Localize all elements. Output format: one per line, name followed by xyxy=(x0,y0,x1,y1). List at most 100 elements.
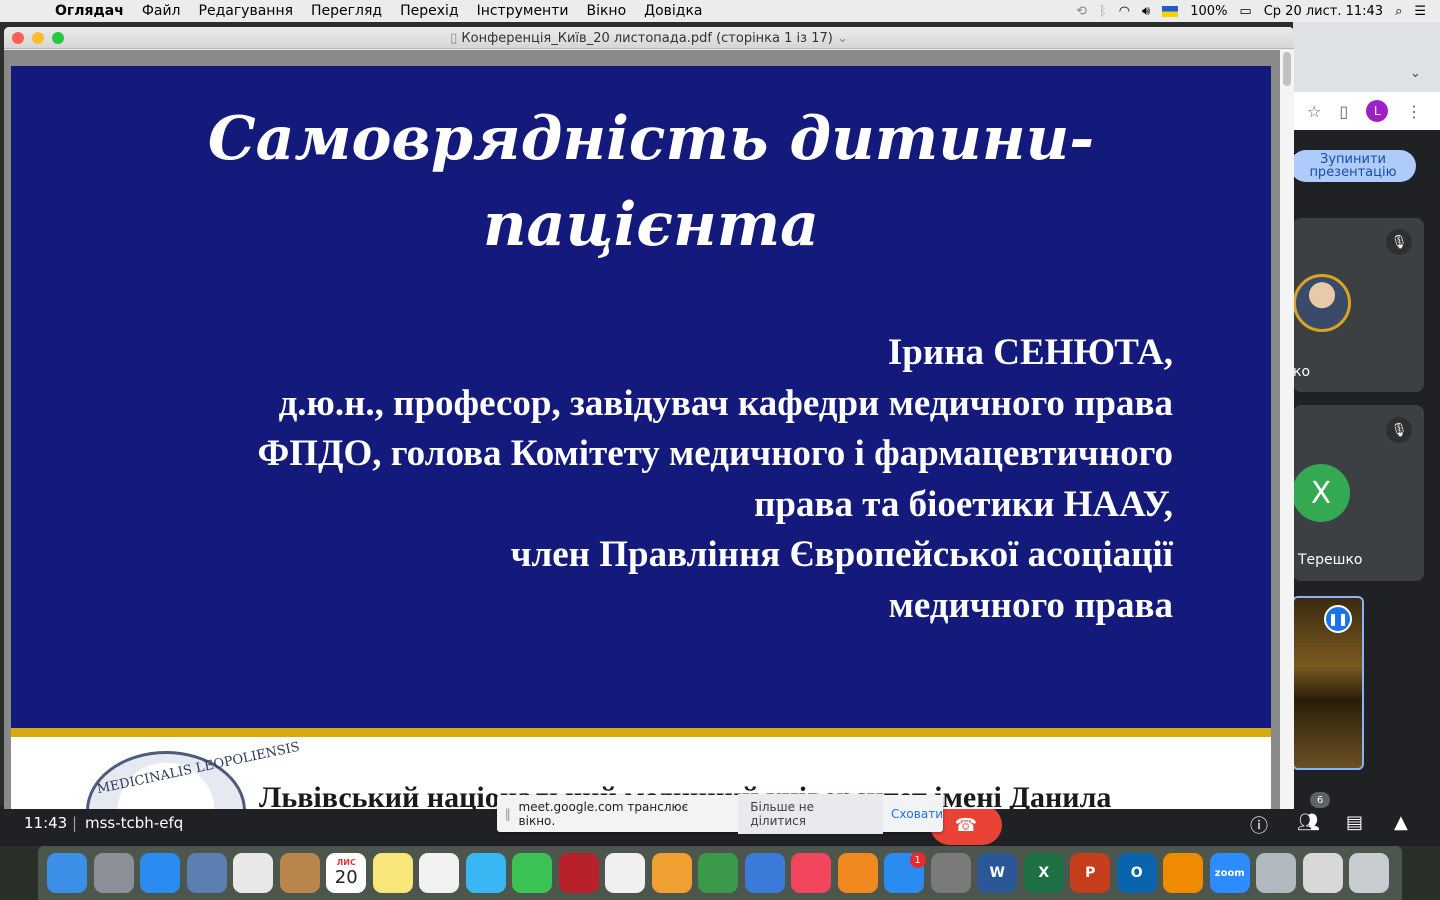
reminders-icon[interactable] xyxy=(416,850,463,896)
browser-tab-bar xyxy=(1293,22,1440,92)
music-icon[interactable] xyxy=(788,850,835,896)
downloads-icon[interactable] xyxy=(1300,850,1347,896)
author-info: Ірина СЕНЮТА, д.ю.н., професор, завідува… xyxy=(53,328,1174,631)
menu-app-name[interactable]: Оглядач xyxy=(46,3,133,19)
bluetooth-icon[interactable]: ᛒ xyxy=(1099,4,1107,19)
powerpoint-icon[interactable]: P xyxy=(1067,850,1114,896)
drag-handle-icon[interactable]: ‖ xyxy=(497,807,519,821)
finder-icon[interactable] xyxy=(44,850,91,896)
profile-avatar[interactable]: L xyxy=(1366,100,1389,122)
image-capture-icon[interactable] xyxy=(1253,850,1300,896)
slide-title: Самоврядність дитини- пацієнта xyxy=(11,96,1271,268)
vlc-icon[interactable] xyxy=(1160,850,1207,896)
participant-photo-avatar xyxy=(1293,274,1351,332)
safari-icon-glyph xyxy=(140,853,181,893)
books-icon-glyph xyxy=(837,853,878,893)
volume-icon[interactable]: 🔊︎ xyxy=(1142,4,1150,19)
menu-edit[interactable]: Редагування xyxy=(190,3,303,19)
safari-icon[interactable] xyxy=(137,850,184,896)
window-title-bar[interactable]: ▯ Конференція_Київ_20 листопада.pdf (сто… xyxy=(4,27,1294,49)
preview-window: ▯ Конференція_Київ_20 листопада.pdf (сто… xyxy=(4,27,1294,809)
battery-icon[interactable]: ▭ xyxy=(1239,4,1251,19)
messages-icon[interactable] xyxy=(463,850,510,896)
launchpad-icon[interactable] xyxy=(91,850,138,896)
preview-app-icon[interactable] xyxy=(184,850,231,896)
outlook-icon-glyph: O xyxy=(1116,853,1157,893)
control-center-icon[interactable]: ☰ xyxy=(1414,4,1426,19)
system-preferences-icon-glyph xyxy=(930,853,971,893)
separator: | xyxy=(72,814,78,832)
participant-name-1: ко xyxy=(1293,364,1311,380)
clock[interactable]: Ср 20 лист. 11:43 xyxy=(1264,4,1383,19)
finder-icon-glyph xyxy=(47,853,88,893)
menu-help[interactable]: Довідка xyxy=(635,3,711,19)
spotlight-search-icon[interactable]: ⌕ xyxy=(1395,4,1402,19)
excel-icon[interactable]: X xyxy=(1021,850,1068,896)
numbers-icon-glyph xyxy=(698,853,739,893)
hide-notification-button[interactable]: Сховати xyxy=(891,807,943,821)
app-store-icon[interactable]: 1 xyxy=(881,850,928,896)
photos-icon-glyph xyxy=(605,853,646,893)
pdf-viewer-area[interactable]: Самоврядність дитини- пацієнта Ірина СЕН… xyxy=(4,50,1280,809)
menu-file[interactable]: Файл xyxy=(133,3,190,19)
author-line: член Правління Європейської асоціації xyxy=(510,534,1173,575)
photo-booth-icon-glyph xyxy=(558,853,599,893)
contacts-icon[interactable] xyxy=(277,850,324,896)
time-machine-icon[interactable]: ⟲ xyxy=(1076,4,1087,19)
photo-booth-icon[interactable] xyxy=(556,850,603,896)
zoom-icon-glyph: zoom xyxy=(1209,853,1250,893)
vertical-scrollbar[interactable] xyxy=(1280,50,1294,809)
zoom-icon[interactable]: zoom xyxy=(1207,850,1254,896)
scrollbar-thumb[interactable] xyxy=(1283,52,1291,86)
chat-icon[interactable]: ▤ xyxy=(1346,812,1363,833)
messages-icon-glyph xyxy=(465,853,506,893)
browser-menu-icon[interactable]: ⋮ xyxy=(1406,102,1422,121)
bookmark-star-icon[interactable]: ☆ xyxy=(1307,102,1321,121)
author-line: д.ю.н., професор, завідувач кафедри меди… xyxy=(278,382,1173,424)
activities-icon[interactable]: ▲ xyxy=(1394,812,1408,833)
system-preferences-icon[interactable] xyxy=(928,850,975,896)
meeting-time: 11:43 xyxy=(24,814,68,832)
wifi-icon[interactable]: ◠ xyxy=(1119,4,1130,19)
tab-list-chevron-icon[interactable]: ⌄ xyxy=(1410,66,1421,81)
author-line: права та біоетики НААУ, xyxy=(754,483,1173,525)
books-icon[interactable] xyxy=(835,850,882,896)
participants-count-badge: 6 xyxy=(1310,792,1330,808)
chrome-icon[interactable] xyxy=(230,850,277,896)
photos-icon[interactable] xyxy=(602,850,649,896)
word-icon-glyph: W xyxy=(977,853,1018,893)
keyboard-layout-flag-icon[interactable] xyxy=(1162,5,1179,17)
calendar-day: 20 xyxy=(334,867,358,888)
stop-presentation-button[interactable]: Зупинити презентацію xyxy=(1290,150,1416,182)
facetime-icon[interactable] xyxy=(509,850,556,896)
meeting-details-icon[interactable]: ⓘ xyxy=(1250,812,1268,838)
numbers-icon[interactable] xyxy=(695,850,742,896)
menu-extras: ⟲ ᛒ ◠ 🔊︎ 100% ▭ Ср 20 лист. 11:43 ⌕ ☰ xyxy=(1076,0,1440,22)
battery-percent[interactable]: 100% xyxy=(1190,4,1227,19)
window-title-text: Конференція_Київ_20 листопада.pdf (сторі… xyxy=(461,31,833,46)
outlook-icon[interactable]: O xyxy=(1114,850,1161,896)
menu-view[interactable]: Перегляд xyxy=(302,3,391,19)
music-icon-glyph xyxy=(791,853,832,893)
title-chevron-down-icon[interactable]: ⌄ xyxy=(837,31,848,46)
trash-icon[interactable] xyxy=(1346,850,1393,896)
menu-go[interactable]: Перехід xyxy=(391,3,468,19)
keynote-icon[interactable] xyxy=(742,850,789,896)
author-line: медичного права xyxy=(888,584,1173,626)
stop-sharing-button[interactable]: Більше не ділитися xyxy=(738,793,883,834)
menu-tools[interactable]: Інструменти xyxy=(468,3,578,19)
pdf-document-icon: ▯ xyxy=(450,31,458,46)
trash-icon-glyph xyxy=(1349,853,1390,893)
pages-icon[interactable] xyxy=(649,850,696,896)
word-icon[interactable]: W xyxy=(974,850,1021,896)
notes-icon[interactable] xyxy=(370,850,417,896)
sidebar-icon[interactable]: ▯ xyxy=(1339,102,1348,121)
reminders-icon-glyph xyxy=(419,853,460,893)
contacts-icon-glyph xyxy=(279,853,320,893)
meeting-code[interactable]: mss-tcbh-efq xyxy=(85,814,183,832)
keynote-icon-glyph xyxy=(744,853,785,893)
calendar-icon-glyph: ЛИС 20 xyxy=(326,853,367,893)
calendar-icon[interactable]: ЛИС 20 xyxy=(323,850,370,896)
menu-window[interactable]: Вікно xyxy=(577,3,635,19)
participants-icon[interactable]: 👥︎ xyxy=(1297,812,1320,833)
